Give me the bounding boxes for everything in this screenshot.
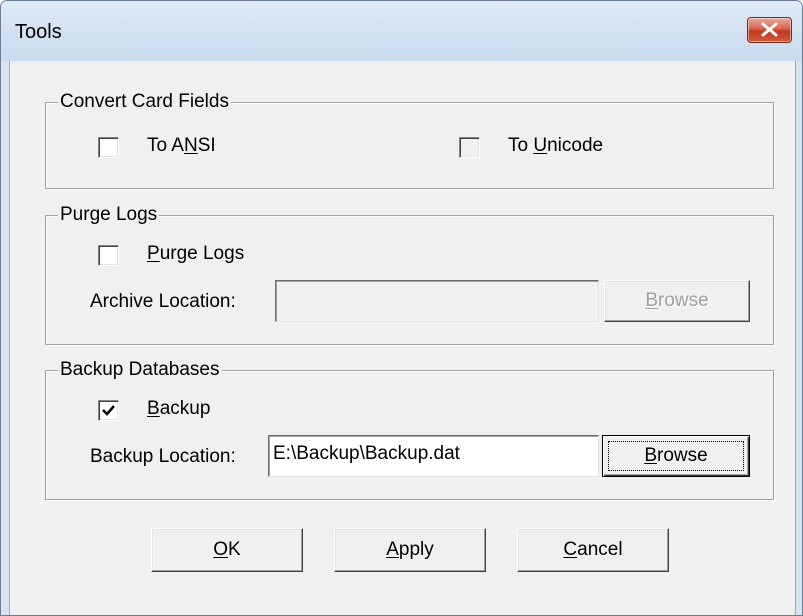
purge-group-label: Purge Logs [58, 204, 160, 226]
close-button[interactable] [747, 17, 792, 43]
checkmark-icon [102, 405, 115, 416]
purge-logs-checkbox[interactable] [98, 245, 119, 266]
backup-databases-group: Backup Databases Backup Backup Location:… [45, 359, 774, 500]
archive-location-label: Archive Location: [90, 291, 236, 312]
to-ansi-checkbox[interactable] [98, 137, 119, 158]
backup-location-input[interactable]: E:\Backup\Backup.dat [268, 435, 599, 477]
backup-group-label: Backup Databases [58, 359, 222, 381]
purge-logs-group: Purge Logs Purge Logs Archive Location: … [45, 204, 774, 345]
cancel-button[interactable]: Cancel [517, 528, 669, 572]
close-icon [761, 22, 778, 37]
archive-browse-button[interactable]: Browse [604, 280, 750, 322]
dialog-title: Tools [15, 21, 62, 43]
backup-checkbox[interactable] [98, 400, 119, 421]
ok-button[interactable]: OK [151, 528, 303, 572]
purge-logs-label[interactable]: Purge Logs [147, 243, 244, 265]
dialog-client-area: Convert Card Fields To ANSI To Unicode P… [9, 61, 796, 615]
to-unicode-label[interactable]: To Unicode [508, 135, 603, 157]
title-bar[interactable]: Tools [1, 1, 802, 61]
backup-browse-button[interactable]: Browse [602, 435, 750, 477]
apply-button[interactable]: Apply [334, 528, 486, 572]
convert-card-fields-group: Convert Card Fields To ANSI To Unicode [45, 91, 774, 189]
to-unicode-checkbox[interactable] [459, 137, 480, 158]
backup-label[interactable]: Backup [147, 398, 210, 420]
to-ansi-label[interactable]: To ANSI [147, 135, 216, 157]
convert-group-label: Convert Card Fields [58, 91, 231, 113]
tools-dialog: Tools Convert Card Fields To ANSI To Uni… [0, 0, 803, 616]
backup-location-label: Backup Location: [90, 446, 236, 467]
archive-location-input[interactable] [275, 280, 599, 322]
